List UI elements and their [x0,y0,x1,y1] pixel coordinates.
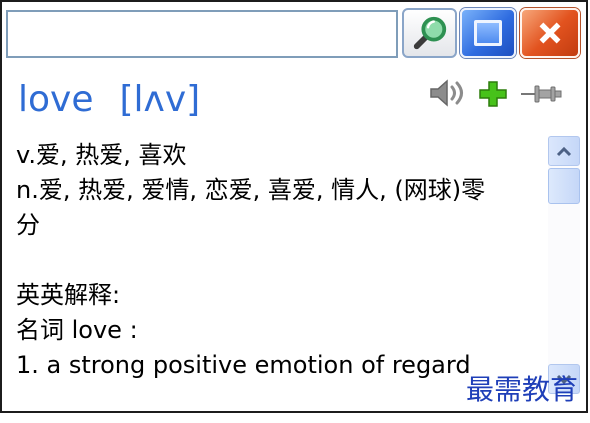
plus-icon[interactable] [478,80,508,108]
speaker-icon[interactable] [428,78,466,108]
maximize-button[interactable] [460,8,516,58]
maximize-icon [474,20,502,46]
watermark: 最需教育 [466,373,579,406]
definition-verb: v.爱, 热爱, 喜欢 [16,141,187,169]
vertical-scrollbar[interactable] [548,136,580,394]
close-button[interactable] [520,8,580,58]
phonetic: [lʌv] [119,79,201,120]
english-sense: 1. a strong positive emotion of regard [16,351,471,379]
scrollbar-thumb[interactable] [548,168,580,204]
scroll-up-button[interactable] [548,136,580,166]
english-definitions: 英英解释: 名词 love : 1. a strong positive emo… [16,278,498,383]
pin-icon[interactable] [520,84,562,104]
part-of-speech: 名词 love : [16,316,138,344]
definition-noun: n.爱, 热爱, 爱情, 恋爱, 喜爱, 情人, (网球)零分 [16,176,486,239]
close-icon [539,22,561,44]
search-input[interactable] [6,10,398,58]
english-heading: 英英解释: [16,281,121,309]
headword-row: love [lʌv] [18,78,200,122]
search-button[interactable] [402,8,457,58]
dictionary-popup: love [lʌv] v.爱, 热爱, 喜欢 n.爱, 热爱, 爱情, 恋爱, … [0,0,588,413]
definition-panel: v.爱, 热爱, 喜欢 n.爱, 热爱, 爱情, 恋爱, 喜爱, 情人, (网球… [14,136,546,394]
headword: love [18,79,94,120]
definition-text: v.爱, 热爱, 喜欢 n.爱, 热爱, 爱情, 恋爱, 喜爱, 情人, (网球… [14,136,498,383]
chevron-up-icon [556,146,572,157]
search-icon [413,16,446,50]
